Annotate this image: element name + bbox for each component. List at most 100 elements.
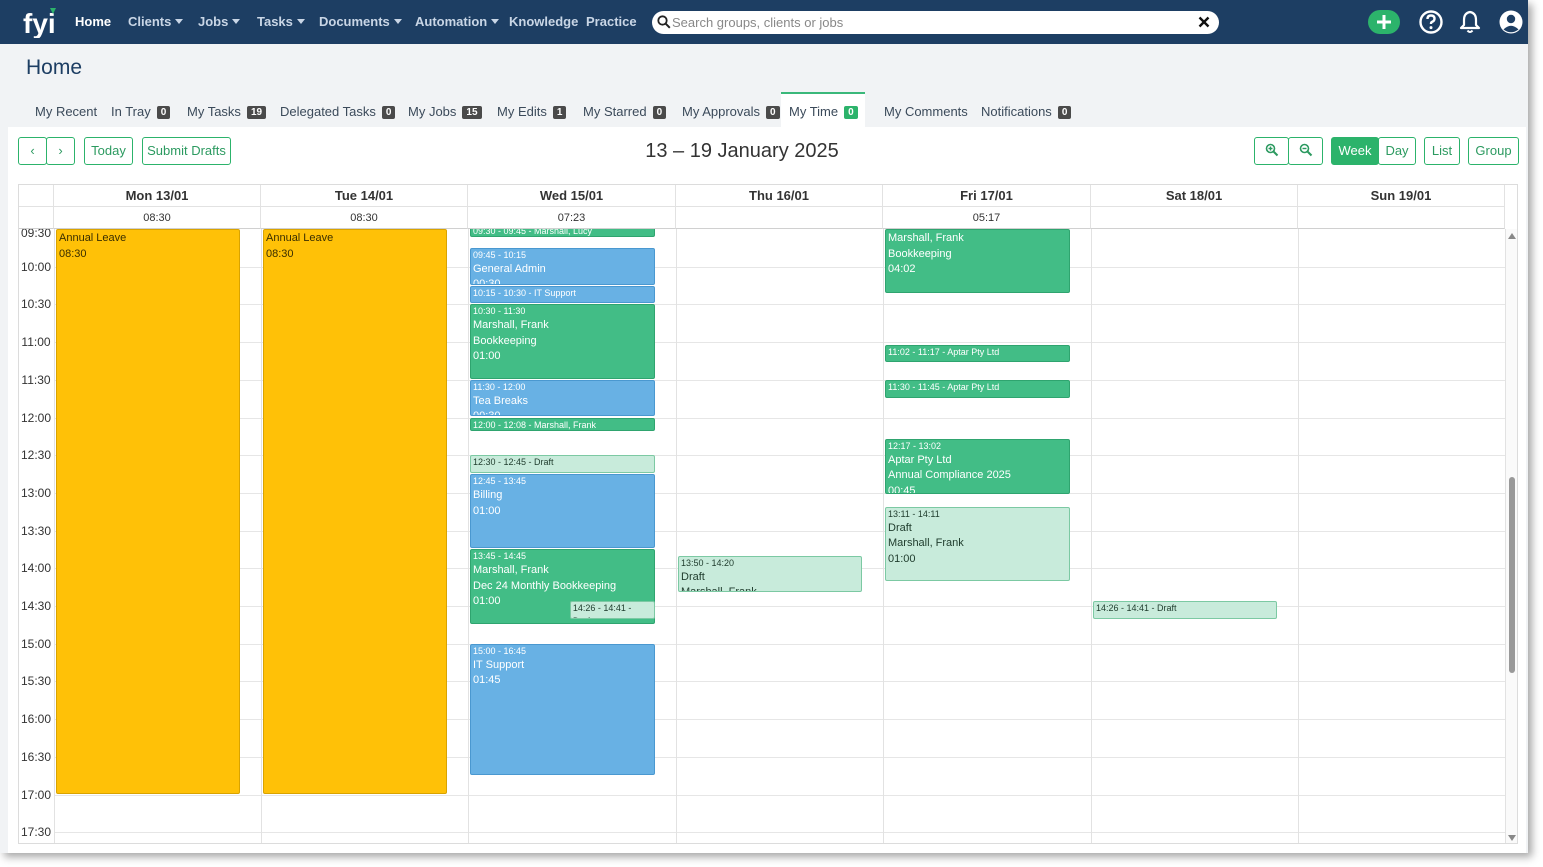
time-column-header: [19, 185, 54, 207]
day-header[interactable]: Mon 13/01: [54, 185, 261, 207]
add-icon[interactable]: [1368, 9, 1400, 35]
user-icon[interactable]: [1498, 9, 1524, 35]
tab-in-tray[interactable]: In Tray 0: [111, 92, 171, 127]
scroll-down-icon[interactable]: [1508, 835, 1516, 841]
day-header[interactable]: Fri 17/01: [883, 185, 1091, 207]
time-entry-line: 00:30: [473, 278, 501, 285]
tab-count-badge: 15: [462, 106, 482, 119]
tab-my-approvals[interactable]: My Approvals 0: [682, 92, 780, 127]
time-entry-time: 15:00 - 16:45: [473, 645, 527, 656]
time-entry-line: 01:45: [473, 674, 501, 687]
tab-label: My Time: [789, 104, 839, 119]
nav-item-knowledge[interactable]: Knowledge: [509, 14, 578, 29]
time-entry-draft[interactable]: 13:11 - 14:11 Draft Marshall, Frank 01:00: [885, 506, 1070, 582]
day-total: [1091, 207, 1298, 229]
tab-label: My Recent: [35, 104, 98, 119]
time-slot-label: 09:30: [20, 229, 52, 240]
tab-my-comments[interactable]: My Comments: [884, 92, 968, 127]
nav-item-automation[interactable]: Automation: [415, 14, 500, 29]
fyi-logo-icon[interactable]: fyi: [22, 6, 58, 38]
clear-search-icon[interactable]: [1198, 16, 1210, 28]
calendar-scrollbar[interactable]: [1506, 229, 1517, 843]
day-header[interactable]: Thu 16/01: [676, 185, 883, 207]
tab-my-recent[interactable]: My Recent: [35, 92, 97, 127]
tab-delegated-tasks[interactable]: Delegated Tasks 0: [280, 92, 396, 127]
tab-count-badge: 1: [552, 106, 567, 119]
group-view-button[interactable]: Group: [1468, 137, 1519, 165]
tab-label: My Starred: [583, 104, 647, 119]
time-entry-blue[interactable]: 12:45 - 13:45 Billing 01:00: [470, 474, 655, 549]
nav-item-label: Clients: [128, 14, 172, 29]
tab-my-edits[interactable]: My Edits 1: [497, 92, 567, 127]
nav-item-practice[interactable]: Practice: [586, 14, 637, 29]
day-total: [1298, 207, 1505, 229]
next-week-button[interactable]: ›: [46, 137, 75, 165]
time-entry-green[interactable]: 12:17 - 13:02 Aptar Pty Ltd Annual Complia…: [885, 438, 1070, 495]
time-entry-line: 08:30: [59, 247, 87, 260]
zoom-out-button[interactable]: [1288, 137, 1323, 165]
day-header[interactable]: Tue 14/01: [261, 185, 468, 207]
prev-week-button[interactable]: ‹: [18, 137, 47, 165]
tab-label: Delegated Tasks: [280, 104, 376, 119]
zoom-in-button[interactable]: [1254, 137, 1289, 165]
tab-my-jobs[interactable]: My Jobs 15: [408, 92, 482, 127]
time-slot-label: 10:30: [20, 297, 52, 312]
time-entry-draft[interactable]: 14:26 - 14:41 - Draft: [1093, 600, 1277, 619]
time-entry-blue[interactable]: 11:30 - 12:00 Tea Breaks 00:30: [470, 379, 655, 417]
time-entry-green[interactable]: 12:00 - 12:08 - Marshall, Frank: [470, 417, 655, 431]
scroll-thumb[interactable]: [1509, 477, 1515, 673]
search-icon: [657, 15, 671, 29]
day-view-button[interactable]: Day: [1378, 137, 1416, 165]
time-entry-blue[interactable]: 10:15 - 10:30 - IT Support: [470, 285, 655, 304]
day-header[interactable]: Sun 19/01: [1298, 185, 1505, 207]
help-icon[interactable]: [1418, 9, 1444, 35]
time-entry-blue[interactable]: 09:45 - 10:15 General Admin 00:30: [470, 247, 655, 285]
submit-drafts-button[interactable]: Submit Drafts: [142, 137, 231, 165]
time-entry-draft[interactable]: 13:50 - 14:20 Draft Marshall, Frank: [678, 555, 862, 593]
today-button[interactable]: Today: [84, 137, 133, 165]
day-gridline: [261, 229, 262, 843]
bell-icon[interactable]: [1457, 9, 1483, 35]
time-entry-line: Marshall, Frank: [888, 232, 964, 244]
tab-my-tasks[interactable]: My Tasks 19: [187, 92, 267, 127]
nav-item-label: Knowledge: [509, 14, 579, 29]
time-entry-green[interactable]: 11:30 - 11:45 - Aptar Pty Ltd: [885, 379, 1070, 398]
nav-item-home[interactable]: Home: [75, 14, 111, 29]
hour-gridline: [54, 794, 1506, 796]
time-entry-green[interactable]: 09:30 - 09:45 - Marshall, Lucy: [470, 229, 655, 237]
day-total: 08:30: [54, 207, 261, 229]
tab-label: My Jobs: [408, 104, 457, 119]
week-view-button[interactable]: Week: [1331, 137, 1379, 165]
tab-my-time[interactable]: My Time 0: [781, 92, 865, 127]
tab-notifications[interactable]: Notifications 0: [981, 92, 1072, 127]
calendar-grid[interactable]: 09:30 10:00 10:30 11:00 11:30 12:00 12:30 13:00…: [19, 229, 1517, 843]
scroll-up-icon[interactable]: [1508, 233, 1516, 239]
day-header[interactable]: Wed 15/01: [468, 185, 676, 207]
nav-item-label: Automation: [415, 14, 488, 29]
time-entry-green[interactable]: Marshall, Frank Bookkeeping 04:02: [885, 229, 1070, 294]
day-header[interactable]: Sat 18/01: [1091, 185, 1298, 207]
time-entry-time: 09:30 - 09:45 - Marshall, Lucy: [473, 229, 593, 236]
search-input[interactable]: [672, 13, 1192, 32]
nav-item-documents[interactable]: Documents: [319, 14, 402, 29]
time-entry-draft[interactable]: 12:30 - 12:45 - Draft: [470, 455, 655, 474]
tab-my-starred[interactable]: My Starred 0: [583, 92, 667, 127]
time-entry-blue[interactable]: 15:00 - 16:45 IT Support 01:45: [470, 643, 655, 775]
time-entry-green[interactable]: 11:02 - 11:17 - Aptar Pty Ltd: [885, 344, 1070, 363]
nav-item-jobs[interactable]: Jobs: [198, 14, 241, 29]
list-view-button[interactable]: List: [1424, 137, 1460, 165]
time-slot-label: 16:30: [20, 749, 52, 764]
time-entry-line: Marshall, Frank: [473, 564, 549, 577]
time-entry-line: Draft: [681, 570, 705, 583]
time-slot-label: 15:00: [20, 636, 52, 651]
time-entry-leave[interactable]: Annual Leave 08:30: [263, 229, 447, 794]
hour-gridline: [54, 832, 1506, 834]
time-entry-draft[interactable]: 14:26 - 14:41 - Draft: [569, 600, 655, 619]
time-entry-green[interactable]: 10:30 - 11:30 Marshall, Frank Bookkeeping 0…: [470, 304, 655, 379]
tab-count-badge: 0: [1057, 106, 1072, 119]
nav-item-tasks[interactable]: Tasks: [257, 14, 305, 29]
nav-item-label: Practice: [586, 14, 637, 29]
nav-item-clients[interactable]: Clients: [128, 14, 184, 29]
time-entry-leave[interactable]: Annual Leave 08:30: [56, 229, 240, 794]
time-entry-line: 01:00: [888, 552, 916, 565]
